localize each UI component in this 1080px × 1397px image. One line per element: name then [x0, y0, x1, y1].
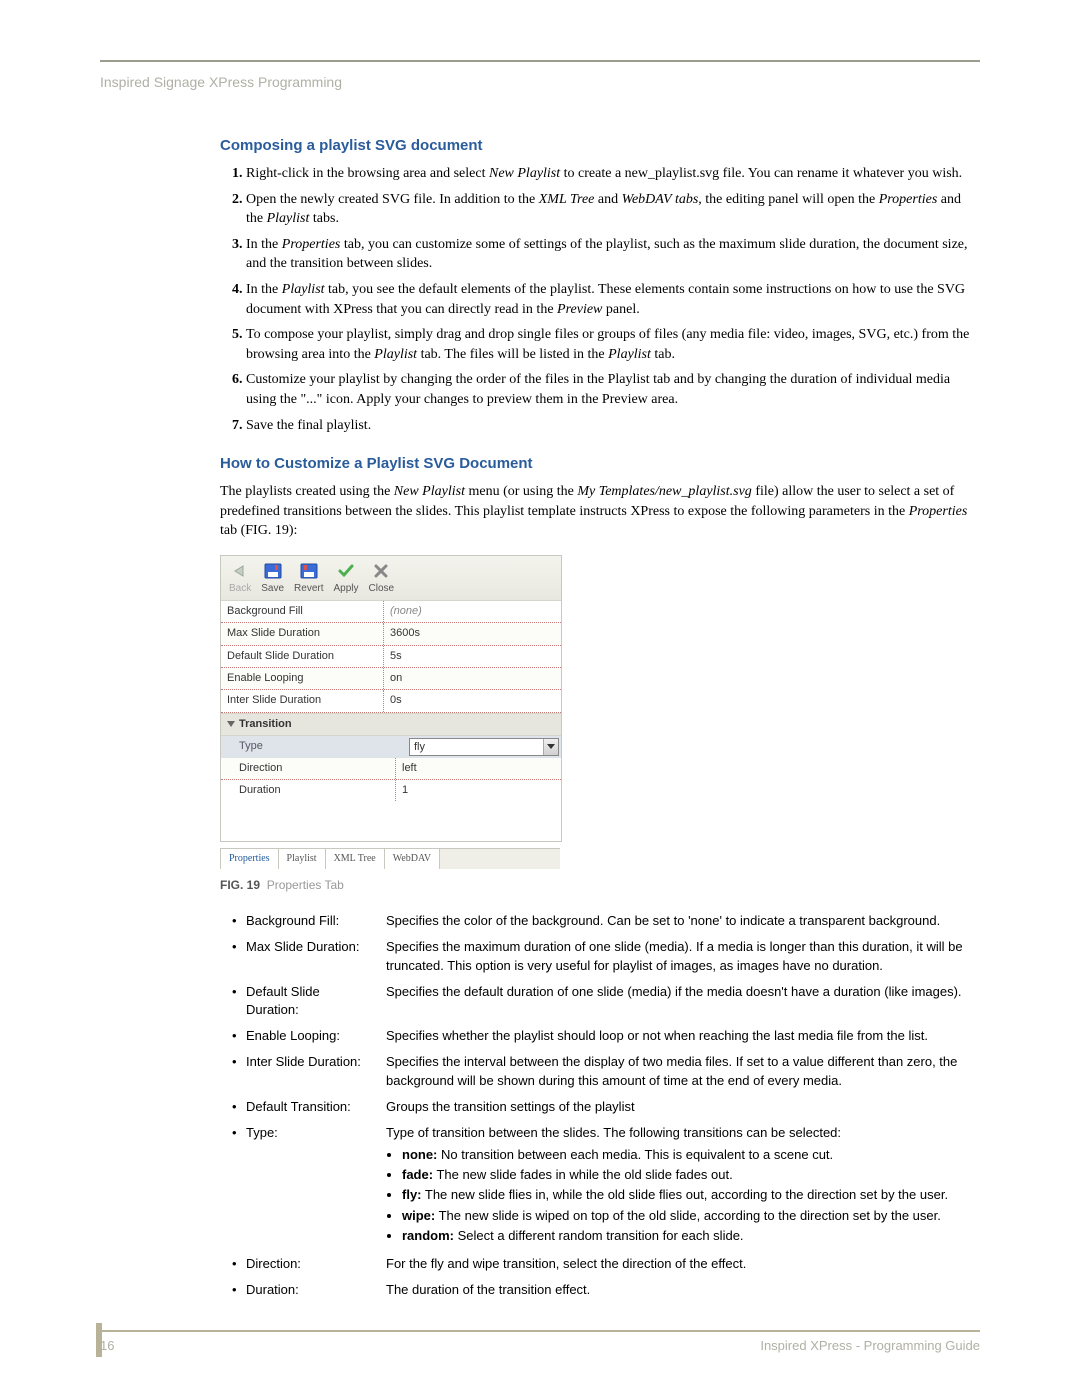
- footer-title: Inspired XPress - Programming Guide: [760, 1338, 980, 1353]
- step-6: Customize your playlist by changing the …: [246, 370, 980, 409]
- steps-list: Right-click in the browsing area and sel…: [220, 164, 980, 435]
- def-default-transition: •Default Transition: Groups the transiti…: [232, 1098, 980, 1116]
- back-arrow-icon: [229, 562, 251, 580]
- label-direction: Direction: [221, 758, 396, 779]
- def-default-slide: •Default Slide Duration: Specifies the d…: [232, 983, 980, 1019]
- step-2: Open the newly created SVG file. In addi…: [246, 190, 980, 229]
- section-heading-composing: Composing a playlist SVG document: [220, 135, 980, 156]
- row-default-slide-dur[interactable]: Default Slide Duration 5s: [221, 646, 561, 668]
- check-icon: [335, 562, 357, 580]
- type-combobox[interactable]: fly: [409, 738, 559, 756]
- dropdown-arrow-icon[interactable]: [543, 739, 558, 755]
- type-fly: fly: The new slide flies in, while the o…: [402, 1186, 980, 1204]
- label-def-dur: Default Slide Duration: [221, 646, 384, 667]
- label-loop: Enable Looping: [221, 668, 384, 689]
- close-label: Close: [369, 582, 395, 596]
- tab-properties[interactable]: Properties: [220, 849, 279, 869]
- def-duration: •Duration: The duration of the transitio…: [232, 1281, 980, 1299]
- row-transition-header[interactable]: Transition: [221, 713, 561, 736]
- row-background-fill[interactable]: Background Fill (none): [221, 601, 561, 623]
- page-footer: 16 Inspired XPress - Programming Guide: [100, 1330, 980, 1353]
- def-background-fill: •Background Fill: Specifies the color of…: [232, 912, 980, 930]
- label-type: Type: [221, 736, 407, 757]
- row-duration[interactable]: Duration 1: [221, 780, 561, 801]
- type-fade: fade: The new slide fades in while the o…: [402, 1166, 980, 1184]
- label-duration: Duration: [221, 780, 396, 801]
- tab-playlist[interactable]: Playlist: [278, 849, 326, 869]
- type-none: none: No transition between each media. …: [402, 1146, 980, 1164]
- panel-toolbar: Back Save Revert: [221, 556, 561, 601]
- figure-caption: FIG. 19 Properties Tab: [220, 877, 980, 894]
- apply-button[interactable]: Apply: [333, 562, 358, 596]
- apply-label: Apply: [333, 582, 358, 596]
- intro-paragraph: The playlists created using the New Play…: [220, 482, 980, 541]
- value-type: fly: [410, 739, 543, 755]
- type-random: random: Select a different random transi…: [402, 1227, 980, 1245]
- value-duration: 1: [396, 780, 561, 801]
- page-number: 16: [100, 1338, 114, 1353]
- label-bg-fill: Background Fill: [221, 601, 384, 622]
- def-enable-looping: •Enable Looping: Specifies whether the p…: [232, 1027, 980, 1045]
- label-max-dur: Max Slide Duration: [221, 623, 384, 644]
- value-inter: 0s: [384, 690, 561, 711]
- type-wipe: wipe: The new slide is wiped on top of t…: [402, 1207, 980, 1225]
- row-type[interactable]: Type fly: [221, 736, 561, 757]
- value-def-dur: 5s: [384, 646, 561, 667]
- def-inter-slide: •Inter Slide Duration: Specifies the int…: [232, 1053, 980, 1089]
- label-transition: Transition: [239, 718, 292, 730]
- def-max-slide: •Max Slide Duration: Specifies the maxim…: [232, 938, 980, 974]
- floppy-icon: [262, 562, 284, 580]
- row-enable-looping[interactable]: Enable Looping on: [221, 668, 561, 690]
- step-1: Right-click in the browsing area and sel…: [246, 164, 980, 184]
- close-icon: [370, 562, 392, 580]
- section-heading-customize: How to Customize a Playlist SVG Document: [220, 453, 980, 474]
- properties-panel: Back Save Revert: [220, 555, 562, 843]
- row-max-slide-dur[interactable]: Max Slide Duration 3600s: [221, 623, 561, 645]
- value-bg-fill: (none): [384, 601, 561, 622]
- step-4: In the Playlist tab, you see the default…: [246, 280, 980, 319]
- save-label: Save: [261, 582, 284, 596]
- panel-tabs: Properties Playlist XML Tree WebDAV: [220, 848, 560, 869]
- def-type: •Type: Type of transition between the sl…: [232, 1124, 980, 1247]
- step-5: To compose your playlist, simply drag an…: [246, 325, 980, 364]
- floppy-revert-icon: [298, 562, 320, 580]
- row-direction[interactable]: Direction left: [221, 758, 561, 780]
- save-button[interactable]: Save: [261, 562, 284, 596]
- value-direction: left: [396, 758, 561, 779]
- def-direction: •Direction: For the fly and wipe transit…: [232, 1255, 980, 1273]
- revert-label: Revert: [294, 582, 323, 596]
- tab-webdav[interactable]: WebDAV: [384, 849, 440, 869]
- close-button[interactable]: Close: [369, 562, 395, 596]
- type-sublist: none: No transition between each media. …: [386, 1146, 980, 1245]
- step-7: Save the final playlist.: [246, 416, 980, 436]
- value-max-dur: 3600s: [384, 623, 561, 644]
- row-inter-slide-dur[interactable]: Inter Slide Duration 0s: [221, 690, 561, 712]
- back-button[interactable]: Back: [229, 562, 251, 596]
- chevron-down-icon: [227, 721, 235, 727]
- step-3: In the Properties tab, you can customize…: [246, 235, 980, 274]
- definition-list: •Background Fill: Specifies the color of…: [232, 912, 980, 1299]
- label-inter: Inter Slide Duration: [221, 690, 384, 711]
- value-loop: on: [384, 668, 561, 689]
- tab-xml-tree[interactable]: XML Tree: [325, 849, 385, 869]
- running-header: Inspired Signage XPress Programming: [100, 74, 980, 90]
- revert-button[interactable]: Revert: [294, 562, 323, 596]
- back-label: Back: [229, 582, 251, 596]
